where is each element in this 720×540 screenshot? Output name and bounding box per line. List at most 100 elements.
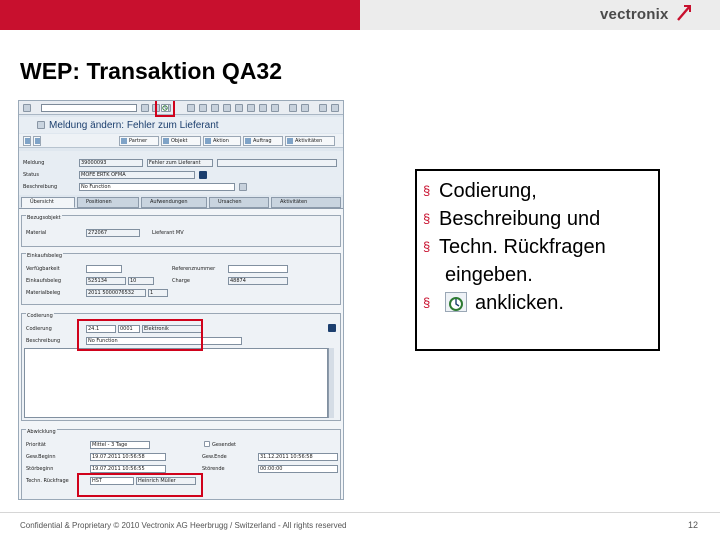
instruction-list: § Codierung, § Beschreibung und § Techn. Rü… xyxy=(423,177,655,317)
instruction-item: § Beschreibung und xyxy=(423,205,655,233)
logo-mark-icon xyxy=(677,5,691,21)
window-title: Meldung ändern: Fehler zum Lieferant xyxy=(49,120,219,131)
command-field[interactable] xyxy=(41,104,137,112)
gewbeginn-field[interactable]: 19.07.2011 10:56:58 xyxy=(90,453,166,461)
instruction-text: anklicken. xyxy=(475,292,564,314)
object-button[interactable]: Objekt xyxy=(161,136,201,146)
gewbeginn-label: Gew.Beginn xyxy=(26,454,56,460)
action-button[interactable]: Aktion xyxy=(203,136,241,146)
lieferant-label: Lieferant MV xyxy=(152,230,184,236)
referenz-label: Referenznummer xyxy=(172,266,216,272)
beschreibung-label: Beschreibung xyxy=(23,184,58,190)
gesendet-checkbox[interactable] xyxy=(204,441,210,447)
tab-uebersicht[interactable]: Übersicht xyxy=(21,197,75,208)
stoebeginn-label: Störbeginn xyxy=(26,466,54,472)
instruction-callout: § Codierung, § Beschreibung und § Techn. Rü… xyxy=(415,169,660,351)
longtext-scrollbar[interactable] xyxy=(328,348,334,418)
meldung-field[interactable]: 39000093 xyxy=(79,159,143,167)
stoeende-label: Störende xyxy=(202,466,225,472)
new-session-icon[interactable] xyxy=(289,104,297,112)
instruction-text: Techn. Rückfragen xyxy=(439,236,606,258)
stoeende-field[interactable]: 00:00:00 xyxy=(258,465,338,473)
codierung-beschreibung-label: Beschreibung xyxy=(26,338,61,344)
execute-highlight xyxy=(155,101,175,117)
execute-icon xyxy=(445,292,467,312)
einkauf-title: Einkaufsbeleg xyxy=(26,253,64,259)
page-number: 12 xyxy=(688,520,699,530)
notification-icon xyxy=(37,121,45,129)
brand-bar xyxy=(0,0,360,30)
vectronix-logo: vectronix xyxy=(600,6,669,23)
tab-ursachen[interactable]: Ursachen xyxy=(209,197,269,208)
footer-divider xyxy=(0,512,720,513)
instruction-text: eingeben. xyxy=(445,264,533,286)
tab-positionen[interactable]: Positionen xyxy=(77,197,139,208)
instruction-item: eingeben. xyxy=(423,261,655,289)
save-icon[interactable] xyxy=(141,104,149,112)
meldung-label: Meldung xyxy=(23,160,45,166)
bezugsobjekt-title: Bezugsobjekt xyxy=(26,215,62,221)
enter-icon[interactable] xyxy=(23,104,31,112)
abwicklung-title: Abwicklung xyxy=(26,429,57,435)
tab-aktivitaeten[interactable]: Aktivitäten xyxy=(271,197,341,208)
codierung-label: Codierung xyxy=(26,326,52,332)
longtext-icon[interactable] xyxy=(239,183,247,191)
gewende-field[interactable]: 31.12.2011 10:56:58 xyxy=(258,453,338,461)
material-field[interactable]: 272067 xyxy=(86,229,140,237)
charge-field[interactable]: 48874 xyxy=(228,277,288,285)
material-label: Material xyxy=(26,230,47,236)
referenz-field[interactable] xyxy=(228,265,288,273)
codierung-longtext-icon[interactable] xyxy=(328,324,336,332)
prioritaet-select[interactable]: Mittel - 3 Tage xyxy=(90,441,150,449)
status-field[interactable]: MOFE ERTK OFMA xyxy=(79,171,195,179)
cancel-icon[interactable] xyxy=(187,104,195,112)
codierung-title: Codierung xyxy=(26,313,54,319)
gewende-label: Gew.Ende xyxy=(202,454,227,460)
status-info-icon[interactable] xyxy=(199,171,207,179)
einkaufsbeleg-label: Einkaufsbeleg xyxy=(26,278,62,284)
einkauf-group: Einkaufsbeleg Verfügbarkeit Einkaufsbele… xyxy=(21,253,341,305)
instruction-item: § anklicken. xyxy=(423,289,655,317)
instruction-item: § Codierung, xyxy=(423,177,655,205)
footer-text: Confidential & Proprietary © 2010 Vectro… xyxy=(20,521,347,530)
charge-label: Charge xyxy=(172,278,190,284)
meldungsart-field[interactable]: Fehler zum Lieferant xyxy=(147,159,213,167)
verfuegbarkeit-field[interactable] xyxy=(86,265,122,273)
first-page-icon[interactable] xyxy=(235,104,243,112)
partner-button[interactable]: Partner xyxy=(119,136,159,146)
find-icon[interactable] xyxy=(211,104,219,112)
bezugsobjekt-group: Bezugsobjekt Material 272067 Lieferant M… xyxy=(21,215,341,247)
longtext-editor[interactable] xyxy=(24,348,328,418)
materialbeleg-pos-field[interactable]: 1 xyxy=(148,289,168,297)
history-button[interactable] xyxy=(33,136,41,146)
activities-button[interactable]: Aktivitäten xyxy=(285,136,335,146)
shortcut-icon[interactable] xyxy=(301,104,309,112)
verfuegbarkeit-label: Verfügbarkeit xyxy=(26,266,60,272)
einkaufsbeleg-pos-field[interactable]: 10 xyxy=(128,277,154,285)
last-page-icon[interactable] xyxy=(271,104,279,112)
bullet: § xyxy=(423,295,431,310)
instruction-text: Beschreibung und xyxy=(439,208,601,230)
bullet: § xyxy=(423,211,431,226)
materialbeleg-label: Materialbeleg xyxy=(26,290,61,296)
next-page-icon[interactable] xyxy=(259,104,267,112)
find-next-icon[interactable] xyxy=(223,104,231,112)
tab-aufwendungen[interactable]: Aufwendungen xyxy=(141,197,207,208)
order-button[interactable]: Auftrag xyxy=(243,136,283,146)
display-change-button[interactable] xyxy=(23,136,31,146)
prioritaet-label: Priorität xyxy=(26,442,46,448)
instruction-text: Codierung, xyxy=(439,180,537,202)
einkaufsbeleg-field[interactable]: 525134 xyxy=(86,277,126,285)
codierung-highlight xyxy=(77,319,203,351)
slide-title: WEP: Transaktion QA32 xyxy=(20,58,283,84)
print-icon[interactable] xyxy=(199,104,207,112)
instruction-item: § Techn. Rückfragen xyxy=(423,233,655,261)
status-label: Status xyxy=(23,172,39,178)
materialbeleg-field[interactable]: 2011 5000076532 xyxy=(86,289,146,297)
meldung-extra-field[interactable] xyxy=(217,159,337,167)
layout-icon[interactable] xyxy=(331,104,339,112)
help-icon[interactable] xyxy=(319,104,327,112)
stoebeginn-field[interactable]: 19.07.2011 10:56:55 xyxy=(90,465,166,473)
beschreibung-field[interactable]: No Function xyxy=(79,183,235,191)
prev-page-icon[interactable] xyxy=(247,104,255,112)
